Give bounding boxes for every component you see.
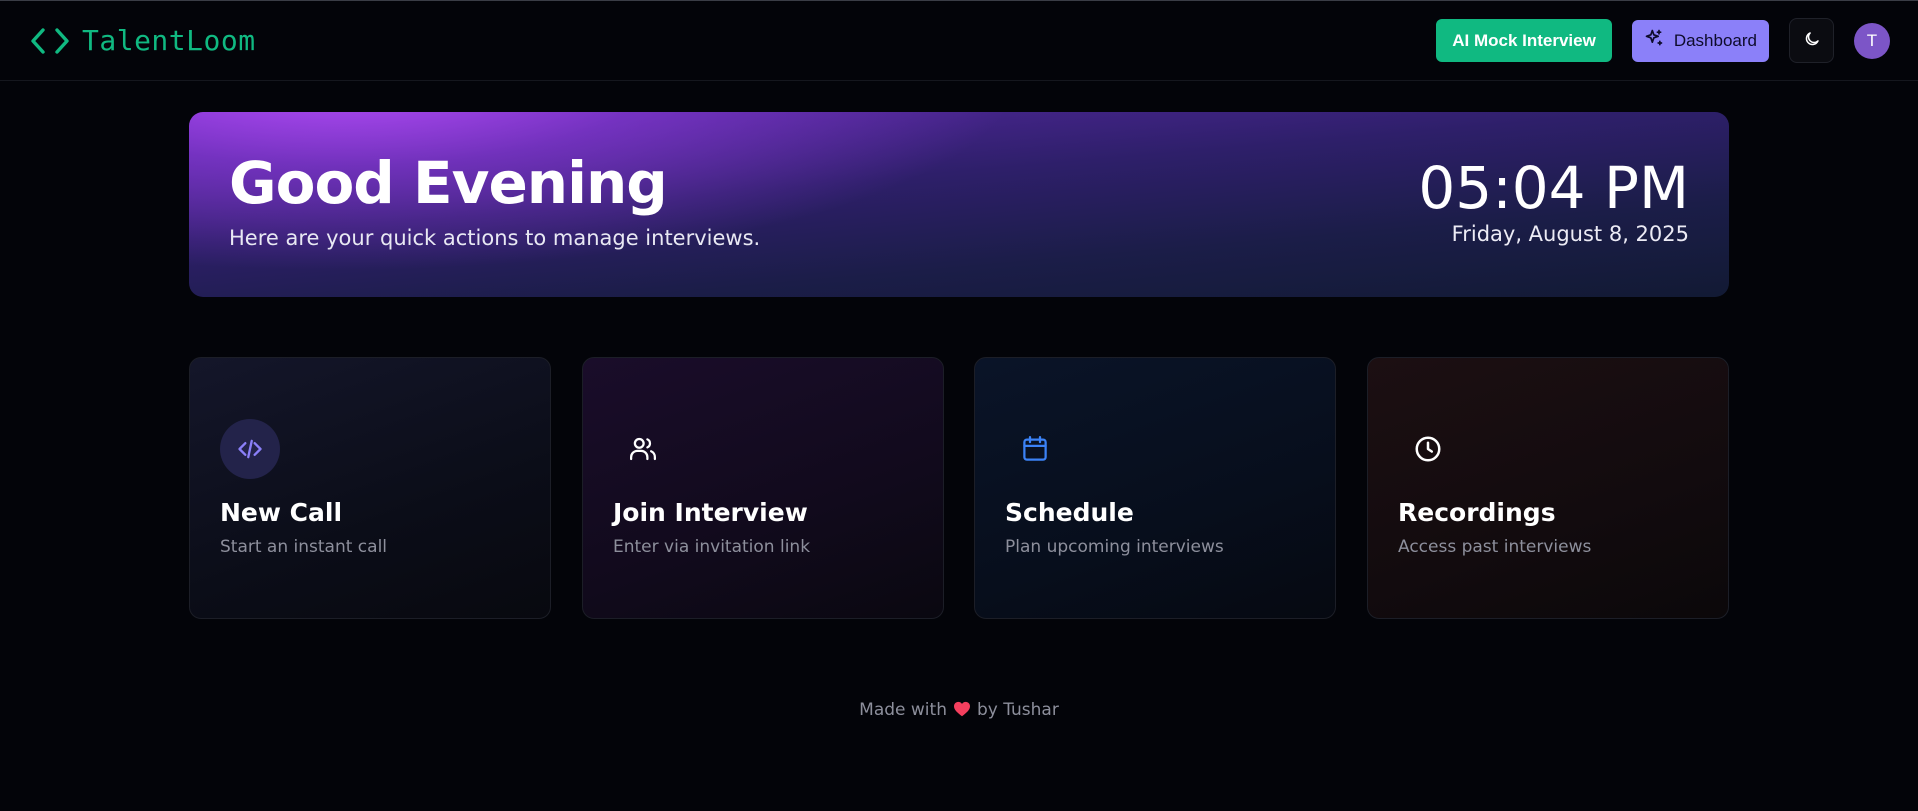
footer-made-with: Made with [859,700,947,720]
navbar-actions: AI Mock Interview Dashboard T [1436,18,1890,63]
action-description: Access past interviews [1398,537,1592,557]
current-time: 05:04 PM [1418,154,1689,222]
action-card-new-call[interactable]: New Call Start an instant call [189,357,551,619]
dashboard-label: Dashboard [1673,30,1757,50]
brand-name: TalentLoom [82,24,256,57]
action-card-recordings[interactable]: Recordings Access past interviews [1367,357,1729,619]
brand-logo[interactable]: TalentLoom [30,24,256,57]
theme-toggle-button[interactable] [1789,18,1834,63]
code-brackets-icon [30,26,70,56]
clock-icon [1398,419,1458,479]
action-title: Schedule [1005,498,1134,527]
action-title: Recordings [1398,498,1556,527]
sparkles-icon [1644,28,1664,53]
user-avatar[interactable]: T [1854,22,1890,59]
action-card-schedule[interactable]: Schedule Plan upcoming interviews [974,357,1336,619]
current-date: Friday, August 8, 2025 [1451,222,1689,246]
action-card-join-interview[interactable]: Join Interview Enter via invitation link [582,357,944,619]
heart-icon [953,701,971,722]
footer-author: by Tushar [976,700,1059,720]
footer: Made with by Tushar [0,700,1918,722]
quick-actions: New Call Start an instant call Join Inte… [189,357,1729,619]
code-icon [220,419,280,479]
greeting-heading: Good Evening [229,149,668,217]
greeting-banner: Good Evening Here are your quick actions… [189,112,1729,297]
users-icon [613,419,673,479]
moon-icon [1803,30,1821,51]
ai-mock-interview-button[interactable]: AI Mock Interview [1436,19,1612,62]
action-title: Join Interview [613,498,808,527]
calendar-icon [1005,419,1065,479]
action-description: Plan upcoming interviews [1005,537,1224,557]
top-navbar: TalentLoom AI Mock Interview Dashboard T [0,1,1918,81]
action-description: Start an instant call [220,537,388,557]
greeting-subtitle: Here are your quick actions to manage in… [229,226,761,250]
ai-mock-interview-label: AI Mock Interview [1452,30,1596,50]
dashboard-button[interactable]: Dashboard [1631,19,1769,62]
action-title: New Call [220,498,343,527]
action-description: Enter via invitation link [613,537,811,557]
